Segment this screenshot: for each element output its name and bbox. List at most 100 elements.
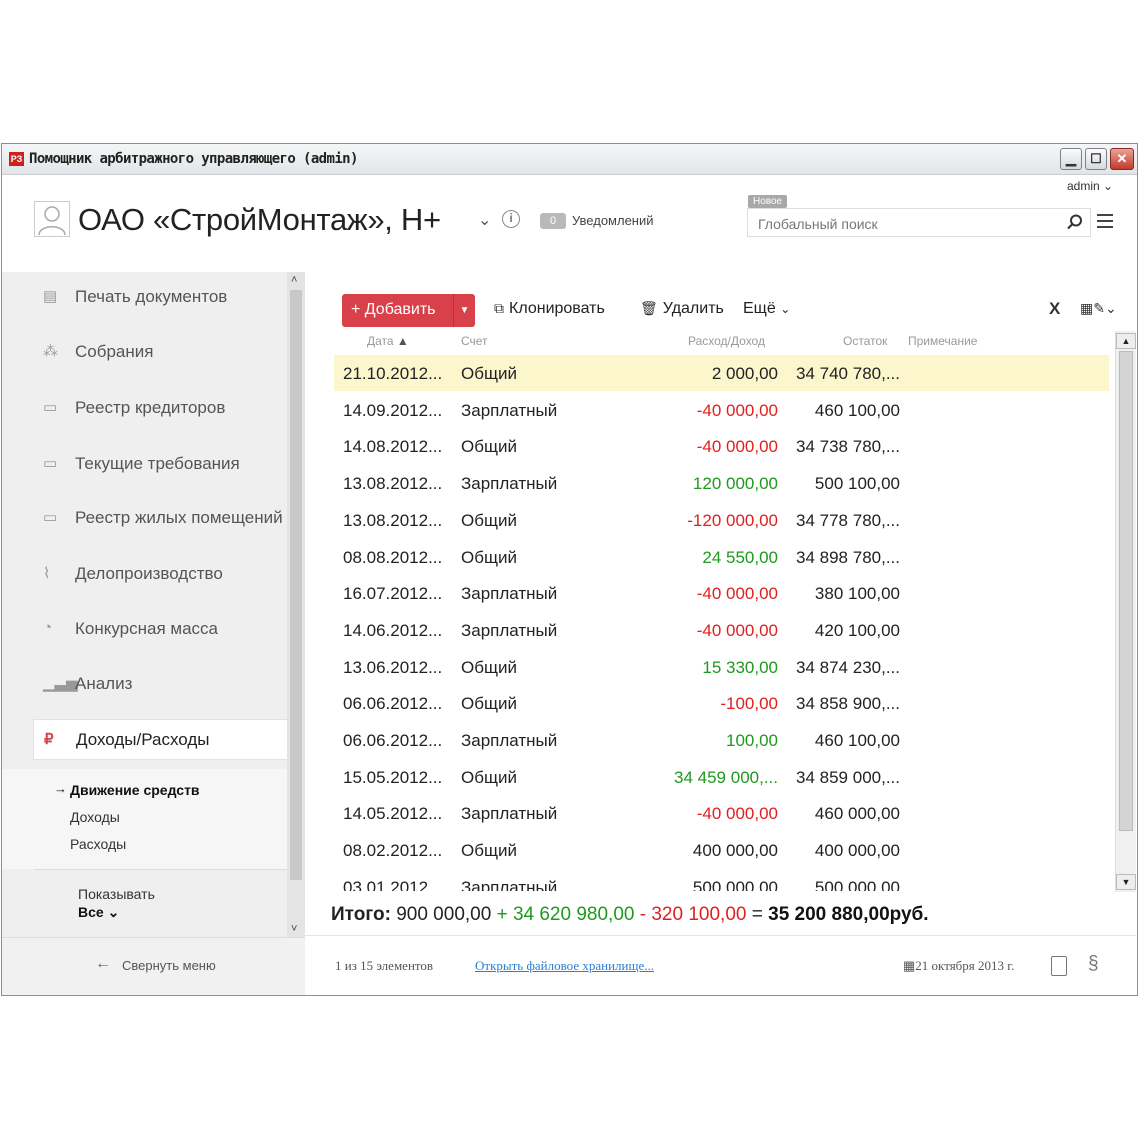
chevron-up-icon[interactable]: ˄ xyxy=(291,274,297,286)
cell-amount: 100,00 xyxy=(726,731,778,750)
user-menu[interactable]: admin ⌄ xyxy=(1067,179,1113,193)
arrow-up-icon[interactable]: ▲ xyxy=(1116,333,1136,349)
table-row[interactable]: 15.05.2012... Общий 34 459 000,... 34 859 0… xyxy=(334,759,1109,795)
column-header-note[interactable]: Примечание xyxy=(908,334,977,348)
cell-date: 13.08.2012... xyxy=(343,510,443,530)
chevron-down-icon: ⌄ xyxy=(1103,179,1114,193)
table-settings-icon[interactable]: ▦✎⌄ xyxy=(1080,300,1117,317)
cell-date: 08.08.2012... xyxy=(343,547,443,567)
window-title: Помощник арбитражного управляющего (admi… xyxy=(29,151,358,167)
notifications-count[interactable]: 0 xyxy=(540,213,566,229)
ruble-exchange-icon: ₽ xyxy=(44,731,54,748)
add-button[interactable]: + Добавить ▼ xyxy=(342,294,475,327)
table-row[interactable]: 21.10.2012... Общий 2 000,00 34 740 780,... xyxy=(334,355,1109,391)
sidebar-item-income-expenses[interactable]: ₽ Доходы/Расходы xyxy=(33,719,288,760)
sidebar-item-label: Собрания xyxy=(75,342,154,361)
divider xyxy=(303,935,1136,936)
cell-date: 13.06.2012... xyxy=(343,657,443,677)
column-header-account[interactable]: Счет xyxy=(461,334,488,348)
cell-amount: -40 000,00 xyxy=(696,584,778,604)
table-row[interactable]: 14.09.2012... Зарплатный -40 000,00 460 100… xyxy=(334,392,1109,428)
search-icon[interactable] xyxy=(1066,213,1084,231)
table-row[interactable]: 14.08.2012... Общий -40 000,00 34 738 780,.… xyxy=(334,428,1109,464)
cell-account: Общий xyxy=(461,767,517,787)
hamburger-menu-icon[interactable] xyxy=(1097,214,1113,228)
chevron-down-icon[interactable]: ˅ xyxy=(291,923,297,935)
table-row[interactable]: 06.06.2012... Общий -100,00 34 858 900,... xyxy=(334,685,1109,721)
sidebar-scroll-thumb[interactable] xyxy=(290,290,302,880)
table-row[interactable]: 13.06.2012... Общий 15 330,00 34 874 230,..… xyxy=(334,649,1109,685)
collapse-menu-button[interactable]: ← Свернуть меню xyxy=(2,937,305,995)
sidebar-item-meetings[interactable]: ⁂ Собрания xyxy=(33,332,288,372)
more-dropdown[interactable]: Ещё ⌄ xyxy=(743,300,790,318)
cell-balance: 34 858 900,... xyxy=(796,694,900,714)
cell-amount: 2 000,00 xyxy=(711,364,778,383)
column-header-amount[interactable]: Расход/Доход xyxy=(688,334,765,348)
cell-account: Зарплатный xyxy=(461,474,558,494)
submenu-item-income[interactable]: Доходы xyxy=(70,809,120,825)
totals-expense: - 320 100,00 xyxy=(639,904,747,925)
open-file-storage-link[interactable]: Открыть файловое хранилище... xyxy=(475,958,654,974)
sidebar-item-current-claims[interactable]: ▭ Текущие требования xyxy=(33,444,288,484)
sidebar-item-records-management[interactable]: ⌇ Делопроизводство xyxy=(33,554,288,594)
cell-account: Зарплатный xyxy=(461,804,558,824)
search-input[interactable] xyxy=(748,209,1060,238)
sidebar-item-housing-registry[interactable]: ▭ Реестр жилых помещений xyxy=(33,498,288,538)
avatar[interactable] xyxy=(34,201,70,237)
cell-amount: 34 459 000,... xyxy=(674,767,778,787)
submenu-item-expenses[interactable]: Расходы xyxy=(70,836,126,852)
filter-dropdown[interactable]: Все ⌄ xyxy=(78,904,119,921)
column-header-date[interactable]: Дата ▲ xyxy=(367,334,409,348)
chevron-down-icon: ⌄ xyxy=(107,904,120,920)
sidebar-scrollbar[interactable]: ˄ ˅ xyxy=(287,272,305,937)
table-scroll-thumb[interactable] xyxy=(1119,351,1133,831)
sidebar-item-bankruptcy-estate[interactable]: ◔ Конкурсная масса xyxy=(33,609,288,649)
paperclip-icon: ⌇ xyxy=(43,565,51,582)
sidebar-item-creditors-registry[interactable]: ▭ Реестр кредиторов xyxy=(33,388,288,428)
column-header-balance[interactable]: Остаток xyxy=(843,334,887,348)
clone-button[interactable]: ⧉ Клонировать xyxy=(494,300,605,318)
info-icon[interactable]: i xyxy=(502,210,520,228)
cell-date: 06.06.2012... xyxy=(343,694,443,714)
table-row[interactable]: 06.06.2012... Зарплатный 100,00 460 100,00 xyxy=(334,722,1109,758)
cell-balance: 460 100,00 xyxy=(814,400,900,420)
calculator-icon[interactable] xyxy=(1051,956,1067,976)
table-row[interactable]: 13.08.2012... Общий -120 000,00 34 778 780,… xyxy=(334,502,1109,538)
sidebar-item-print-documents[interactable]: ▤ Печать документов xyxy=(33,277,288,317)
notifications-label[interactable]: Уведомлений xyxy=(572,213,654,228)
table-row[interactable]: 03.01.2012... Зарплатный 500 000,00 500 000… xyxy=(334,869,1109,891)
table-row[interactable]: 08.02.2012... Общий 400 000,00 400 000,00 xyxy=(334,832,1109,868)
submenu-item-cash-flow[interactable]: Движение средств xyxy=(70,782,200,798)
table-row[interactable]: 13.08.2012... Зарплатный 120 000,00 500 100… xyxy=(334,465,1109,501)
collapse-menu-label: Свернуть меню xyxy=(122,958,216,973)
table-scrollbar[interactable]: ▲ ▼ xyxy=(1115,331,1136,892)
cell-amount: -120 000,00 xyxy=(687,510,778,530)
sidebar-item-analysis[interactable]: ▁▃▅ Анализ xyxy=(33,664,288,704)
export-excel-button[interactable]: X xyxy=(1049,299,1060,319)
minimize-button[interactable]: ▁ xyxy=(1060,148,1082,170)
arrow-down-icon[interactable]: ▼ xyxy=(1116,874,1136,890)
maximize-button[interactable]: ☐ xyxy=(1085,148,1107,170)
table-row[interactable]: 08.08.2012... Общий 24 550,00 34 898 780,..… xyxy=(334,539,1109,575)
sort-ascending-icon: ▲ xyxy=(396,334,409,348)
close-icon: ✕ xyxy=(1116,151,1128,166)
id-card-icon: ▭ xyxy=(43,399,58,416)
org-switch-chevron-icon[interactable]: ⌄ xyxy=(478,210,491,230)
table-row[interactable]: 14.05.2012... Зарплатный -40 000,00 460 000… xyxy=(334,795,1109,831)
delete-button[interactable]: 🗑 Удалить xyxy=(640,300,724,318)
person-icon xyxy=(38,206,66,236)
close-window-button[interactable]: ✕ xyxy=(1110,148,1134,170)
arrow-left-icon: ← xyxy=(95,955,111,972)
more-label: Ещё xyxy=(743,300,776,317)
table-row[interactable]: 16.07.2012... Зарплатный -40 000,00 380 100… xyxy=(334,575,1109,611)
cell-account: Зарплатный xyxy=(461,400,558,420)
cell-balance: 380 100,00 xyxy=(814,584,900,604)
cell-amount: 120 000,00 xyxy=(692,474,778,494)
maximize-icon: ☐ xyxy=(1090,151,1102,166)
table-row[interactable]: 14.06.2012... Зарплатный -40 000,00 420 100… xyxy=(334,612,1109,648)
caret-down-icon[interactable]: ▼ xyxy=(453,294,475,327)
cell-balance: 460 100,00 xyxy=(814,731,900,750)
totals-line: Итого: 900 000,00 + 34 620 980,00 - 320 … xyxy=(331,904,929,926)
section-sign-icon[interactable]: § xyxy=(1088,953,1099,975)
totals-income: + 34 620 980,00 xyxy=(496,904,635,925)
